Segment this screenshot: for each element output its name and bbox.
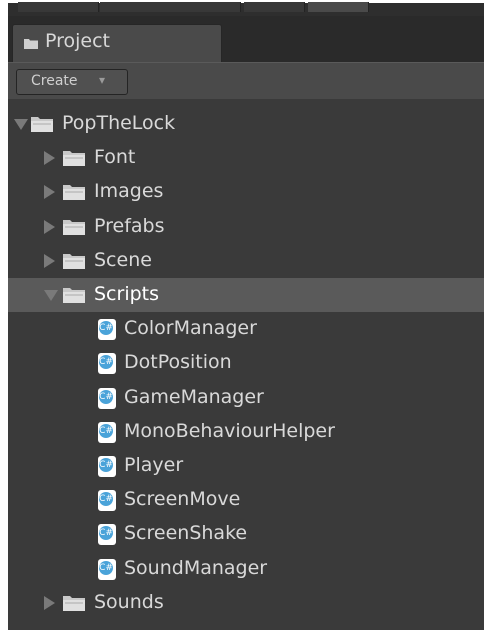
csharp-script-icon: C# bbox=[98, 490, 116, 512]
tree-item-sounds[interactable]: Sounds bbox=[8, 586, 484, 620]
tree-item-script[interactable]: C# ScreenMove bbox=[8, 483, 484, 517]
folder-label: Font bbox=[94, 146, 136, 169]
script-label: MonoBehaviourHelper bbox=[124, 419, 335, 442]
csharp-script-icon: C# bbox=[98, 387, 116, 409]
folder-label: PopTheLock bbox=[62, 112, 176, 134]
tree-item-script[interactable]: C# DotPosition bbox=[8, 346, 484, 380]
csharp-script-icon: C# bbox=[98, 353, 116, 375]
toolbar-segment bbox=[244, 2, 305, 12]
toolbar-segment bbox=[100, 2, 241, 12]
tree-item-scripts[interactable]: Scripts bbox=[8, 278, 484, 312]
script-label: DotPosition bbox=[124, 351, 232, 374]
folder-label: Sounds bbox=[94, 590, 164, 613]
expand-arrow-right-icon[interactable] bbox=[44, 151, 55, 166]
csharp-glyph: C# bbox=[99, 526, 113, 541]
csharp-glyph: C# bbox=[99, 423, 113, 438]
project-tree: PopTheLock Font Images Prefabs Scene Scripts C… bbox=[8, 99, 484, 630]
tree-item-script[interactable]: C# MonoBehaviourHelper bbox=[8, 415, 484, 449]
tree-item-scene[interactable]: Scene bbox=[8, 244, 484, 278]
toolbar-segment bbox=[18, 2, 99, 12]
folder-icon bbox=[23, 35, 39, 49]
csharp-glyph: C# bbox=[99, 355, 113, 370]
script-label: GameManager bbox=[124, 385, 264, 408]
csharp-glyph: C# bbox=[99, 321, 113, 336]
folder-label: Scene bbox=[94, 248, 152, 271]
folder-label: Prefabs bbox=[94, 214, 165, 237]
csharp-script-icon: C# bbox=[98, 319, 116, 341]
folder-icon bbox=[30, 115, 54, 133]
create-button[interactable]: Create ▾ bbox=[16, 69, 128, 95]
tree-item-images[interactable]: Images bbox=[8, 175, 484, 209]
script-label: ScreenMove bbox=[124, 488, 241, 511]
script-label: ColorManager bbox=[124, 317, 257, 340]
tab-label: Project bbox=[45, 30, 111, 52]
toolbar-segment bbox=[308, 2, 369, 12]
expand-arrow-down-icon[interactable] bbox=[44, 290, 58, 301]
csharp-script-icon: C# bbox=[98, 421, 116, 443]
folder-icon bbox=[62, 594, 86, 612]
folder-icon bbox=[62, 149, 86, 167]
csharp-script-icon: C# bbox=[98, 456, 116, 477]
tab-bar: Project bbox=[8, 16, 484, 63]
csharp-glyph: C# bbox=[99, 560, 113, 575]
csharp-glyph: C# bbox=[99, 389, 113, 404]
csharp-glyph: C# bbox=[99, 458, 113, 472]
top-toolbar-strip bbox=[8, 0, 484, 17]
script-label: Player bbox=[124, 454, 184, 476]
script-label: SoundManager bbox=[124, 556, 268, 579]
folder-label: Images bbox=[94, 180, 164, 203]
folder-icon bbox=[62, 218, 86, 236]
create-label: Create bbox=[31, 73, 78, 89]
tree-item-poptheLock[interactable]: PopTheLock bbox=[8, 107, 484, 141]
tree-item-script[interactable]: C# SoundManager bbox=[8, 552, 484, 586]
script-label: ScreenShake bbox=[124, 522, 248, 545]
expand-arrow-right-icon[interactable] bbox=[44, 595, 55, 610]
tab-project[interactable]: Project bbox=[12, 24, 222, 63]
folder-icon bbox=[62, 183, 86, 201]
csharp-script-icon: C# bbox=[98, 558, 116, 580]
dropdown-arrow-icon: ▾ bbox=[99, 73, 106, 87]
tree-item-script[interactable]: C# GameManager bbox=[8, 381, 484, 415]
folder-icon bbox=[62, 286, 86, 304]
expand-arrow-right-icon[interactable] bbox=[44, 253, 55, 268]
expand-arrow-right-icon[interactable] bbox=[44, 185, 55, 200]
project-window: Project Create ▾ PopTheLock Font Images Pre… bbox=[8, 0, 484, 630]
tree-item-script[interactable]: C# ScreenShake bbox=[8, 517, 484, 551]
expand-arrow-right-icon[interactable] bbox=[44, 219, 55, 234]
project-toolbar: Create ▾ bbox=[8, 62, 484, 100]
folder-label: Scripts bbox=[94, 283, 160, 305]
tree-item-script[interactable]: C# ColorManager bbox=[8, 312, 484, 346]
csharp-script-icon: C# bbox=[98, 524, 116, 546]
tree-item-font[interactable]: Font bbox=[8, 141, 484, 175]
expand-arrow-down-icon[interactable] bbox=[14, 119, 28, 130]
csharp-glyph: C# bbox=[99, 492, 113, 507]
tree-item-prefabs[interactable]: Prefabs bbox=[8, 210, 484, 244]
folder-icon bbox=[62, 252, 86, 270]
tree-item-script[interactable]: C# Player bbox=[8, 449, 484, 483]
